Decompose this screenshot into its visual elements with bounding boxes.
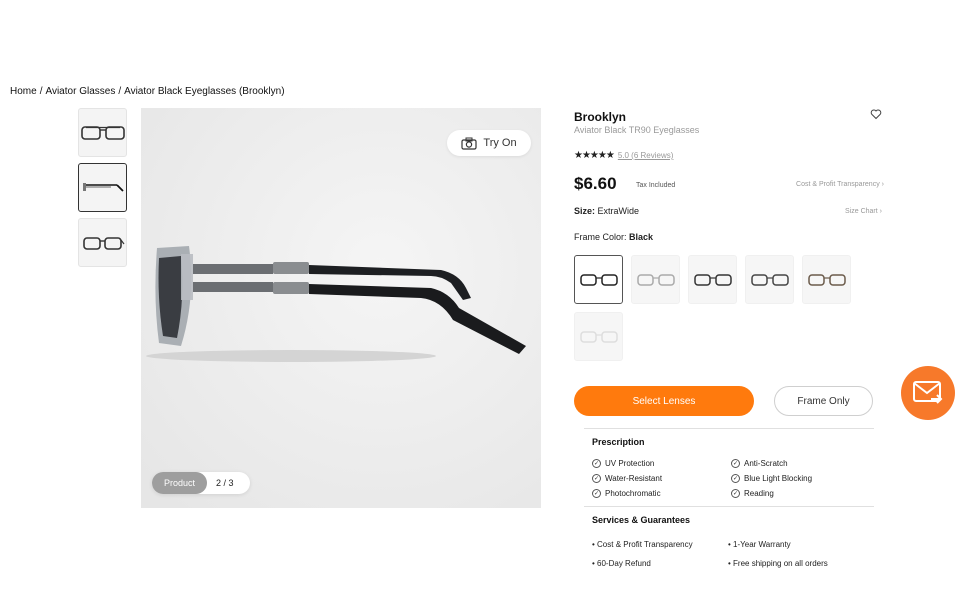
cost-transparency-label: Cost & Profit Transparency: [796, 181, 880, 188]
size-chart-link[interactable]: Size Chart ›: [845, 208, 882, 215]
glasses-icon: [579, 273, 618, 286]
check-icon: ✓: [592, 474, 601, 483]
service-item: • Free shipping on all orders: [728, 559, 828, 568]
feature-label: Anti-Scratch: [744, 459, 788, 468]
feature-item: ✓ Blue Light Blocking: [731, 474, 812, 483]
thumbnail-angle[interactable]: [78, 218, 127, 267]
glasses-side-photo: [141, 108, 541, 508]
glasses-icon: [693, 273, 732, 286]
price: $6.60: [574, 174, 617, 193]
check-icon: ✓: [731, 474, 740, 483]
main-product-image[interactable]: Try On Product 2 / 3: [141, 108, 541, 508]
glasses-front-icon: [80, 125, 125, 140]
swatch-dark-gray[interactable]: [688, 255, 737, 304]
page-indicator: 2 / 3: [216, 478, 234, 488]
swatch-black-gold[interactable]: [745, 255, 794, 304]
cost-transparency-link[interactable]: Cost & Profit Transparency ›: [796, 181, 884, 188]
breadcrumb-separator: /: [118, 86, 122, 97]
glasses-icon: [750, 273, 789, 286]
try-on-button[interactable]: Try On: [447, 130, 531, 156]
size-chart-label: Size Chart: [845, 208, 878, 215]
check-icon: ✓: [731, 459, 740, 468]
feature-label: Blue Light Blocking: [744, 474, 813, 483]
select-lenses-button[interactable]: Select Lenses: [574, 386, 754, 416]
service-label: 60-Day Refund: [597, 559, 651, 568]
chevron-right-icon: ›: [881, 181, 884, 188]
service-item: • Cost & Profit Transparency: [592, 540, 693, 549]
color-label: Frame Color:: [574, 232, 627, 242]
product-badge: Product: [152, 472, 208, 494]
tax-note: Tax Included: [636, 182, 676, 189]
feature-label: Water-Resistant: [605, 474, 663, 483]
service-label: 1-Year Warranty: [733, 540, 791, 549]
feature-label: UV Protection: [605, 459, 655, 468]
prescription-title: Prescription: [592, 437, 645, 447]
check-icon: ✓: [731, 489, 740, 498]
feature-item: ✓ Water-Resistant: [592, 474, 662, 483]
divider: [584, 428, 874, 429]
thumbnail-side[interactable]: [78, 163, 127, 212]
service-label: Free shipping on all orders: [733, 559, 828, 568]
thumbnail-front[interactable]: [78, 108, 127, 157]
size-label: Size:: [574, 206, 596, 216]
check-icon: ✓: [592, 489, 601, 498]
glasses-side-icon: [82, 182, 124, 192]
size-value: ExtraWide: [597, 206, 640, 216]
feature-item: ✓ Anti-Scratch: [731, 459, 788, 468]
service-item: • 60-Day Refund: [592, 559, 651, 568]
product-subtitle: Aviator Black TR90 Eyeglasses: [574, 125, 700, 135]
feature-item: ✓ Photochromatic: [592, 489, 661, 498]
feature-label: Photochromatic: [605, 489, 661, 498]
mail-icon: [913, 381, 943, 404]
glasses-icon: [807, 273, 846, 286]
swatch-tortoise[interactable]: [802, 255, 851, 304]
feature-label: Reading: [744, 489, 774, 498]
swatch-clear[interactable]: [631, 255, 680, 304]
feature-item: ✓ Reading: [731, 489, 774, 498]
swatch-white-clear[interactable]: [574, 312, 623, 361]
breadcrumb-separator: /: [39, 86, 43, 97]
service-item: • 1-Year Warranty: [728, 540, 791, 549]
camera-icon: [461, 137, 477, 150]
size-row: Size: ExtraWide: [574, 206, 639, 216]
reviews-link[interactable]: 5.0 (6 Reviews): [618, 151, 674, 160]
breadcrumb: Home / Aviator Glasses / Aviator Black Eyegl…: [10, 86, 285, 97]
star-rating-icon: ★★★★★: [574, 150, 615, 161]
swatch-black[interactable]: [574, 255, 623, 304]
image-counter: Product 2 / 3: [152, 472, 250, 494]
service-label: Cost & Profit Transparency: [597, 540, 693, 549]
product-title: Brooklyn: [574, 110, 627, 124]
divider: [584, 506, 874, 507]
contact-mail-button[interactable]: [901, 366, 955, 420]
heart-icon[interactable]: [870, 108, 882, 120]
breadcrumb-current: Aviator Black Eyeglasses (Brooklyn): [124, 86, 285, 97]
services-title: Services & Guarantees: [592, 515, 691, 525]
breadcrumb-category[interactable]: Aviator Glasses: [45, 86, 115, 97]
try-on-label: Try On: [483, 137, 517, 149]
feature-item: ✓ UV Protection: [592, 459, 654, 468]
glasses-icon: [636, 273, 675, 286]
color-value: Black: [629, 232, 654, 242]
color-row: Frame Color: Black: [574, 232, 653, 242]
rating[interactable]: ★★★★★ 5.0 (6 Reviews): [574, 150, 673, 161]
glasses-icon: [579, 330, 618, 343]
frame-only-button[interactable]: Frame Only: [774, 386, 873, 416]
check-icon: ✓: [592, 459, 601, 468]
breadcrumb-home[interactable]: Home: [10, 86, 37, 97]
chevron-right-icon: ›: [879, 208, 882, 215]
glasses-angle-icon: [82, 236, 124, 250]
